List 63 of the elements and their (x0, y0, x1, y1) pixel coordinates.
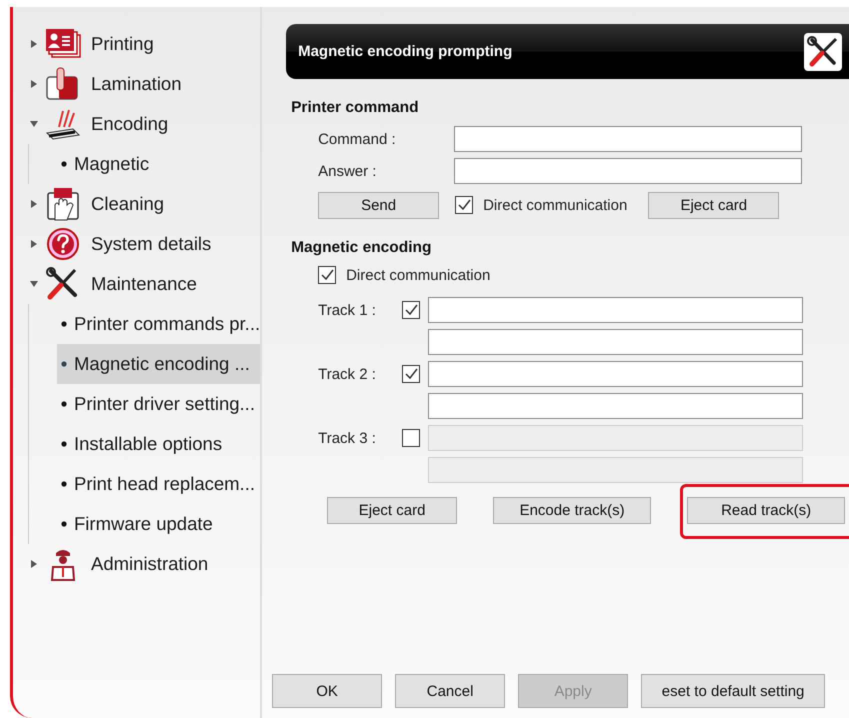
track-field[interactable] (428, 361, 804, 387)
id-card-icon (45, 28, 81, 60)
field-label: Command : (317, 130, 397, 148)
tree-item[interactable]: Cleaning (91, 193, 164, 215)
section-heading: Printer command (291, 99, 420, 117)
bullet-icon (61, 521, 67, 527)
expand-arrow-icon[interactable] (29, 239, 39, 249)
card-signal-icon (45, 107, 81, 141)
tree-subitem[interactable]: Printer commands pr... (74, 313, 260, 335)
checkbox[interactable] (455, 196, 474, 214)
help-icon (45, 227, 81, 261)
expand-arrow-icon[interactable] (29, 559, 39, 569)
bullet-icon (61, 321, 67, 327)
tree-item[interactable]: Maintenance (91, 273, 197, 295)
checkbox-label: Direct communication (483, 196, 628, 214)
checkbox[interactable] (318, 266, 336, 284)
bullet-icon (61, 161, 67, 167)
laminate-card-icon (45, 67, 81, 101)
cancel-button[interactable]: Cancel (395, 674, 506, 708)
expand-arrow-icon[interactable] (29, 39, 39, 49)
bullet-icon (61, 481, 67, 487)
tree-subitem[interactable]: Magnetic (74, 153, 150, 175)
wrench-screwdriver-icon (804, 32, 842, 70)
tree-item[interactable]: System details (91, 233, 212, 255)
tree-item[interactable]: Encoding (91, 113, 168, 135)
checkbox[interactable] (402, 365, 420, 383)
eject-card-button[interactable]: Eject card (648, 192, 780, 218)
tree-item[interactable]: Administration (91, 553, 208, 575)
track-field[interactable] (428, 297, 804, 323)
checkbox-label: Direct communication (346, 266, 490, 284)
track-label: Track 1 : (318, 302, 377, 318)
expand-arrow-icon[interactable] (29, 199, 39, 209)
bullet-icon (61, 401, 67, 407)
bullet-icon (61, 361, 67, 367)
field-label: Answer : (317, 162, 378, 180)
tree-subitem[interactable]: Installable options (74, 433, 222, 455)
collapse-arrow-icon[interactable] (29, 279, 39, 289)
encode-tracks-button[interactable]: Encode track(s) (493, 497, 652, 524)
answer-field[interactable] (454, 158, 802, 184)
bullet-icon (61, 441, 67, 447)
tree-subitem[interactable]: Print head replacem... (74, 473, 255, 495)
tree-subitem[interactable]: Firmware update (74, 513, 213, 535)
track-field[interactable] (428, 393, 804, 419)
section-heading: Magnetic encoding (291, 239, 432, 257)
tree-subitem[interactable]: Magnetic encoding ... (74, 353, 250, 375)
panel-title: Magnetic encoding prompting (298, 43, 512, 60)
checkbox[interactable] (402, 429, 420, 447)
hand-wiping-printer-icon (45, 187, 81, 221)
expand-arrow-icon[interactable] (29, 79, 39, 89)
track-label: Track 3 : (318, 430, 377, 446)
command-field[interactable] (454, 126, 802, 152)
track-label: Track 2 : (318, 366, 377, 382)
checkbox[interactable] (402, 301, 420, 319)
tree-item[interactable]: Printing (91, 33, 154, 55)
eject-card-button[interactable]: Eject card (327, 497, 458, 524)
track-field[interactable] (428, 329, 804, 355)
ok-button[interactable]: OK (272, 674, 382, 708)
tree-item[interactable]: Lamination (91, 73, 182, 95)
reset-defaults-button[interactable]: eset to default setting (641, 674, 826, 708)
collapse-arrow-icon[interactable] (29, 119, 39, 129)
send-button[interactable]: Send (318, 192, 440, 218)
read-tracks-button[interactable]: Read track(s) (687, 497, 846, 524)
tree-subitem[interactable]: Printer driver setting... (74, 393, 255, 415)
